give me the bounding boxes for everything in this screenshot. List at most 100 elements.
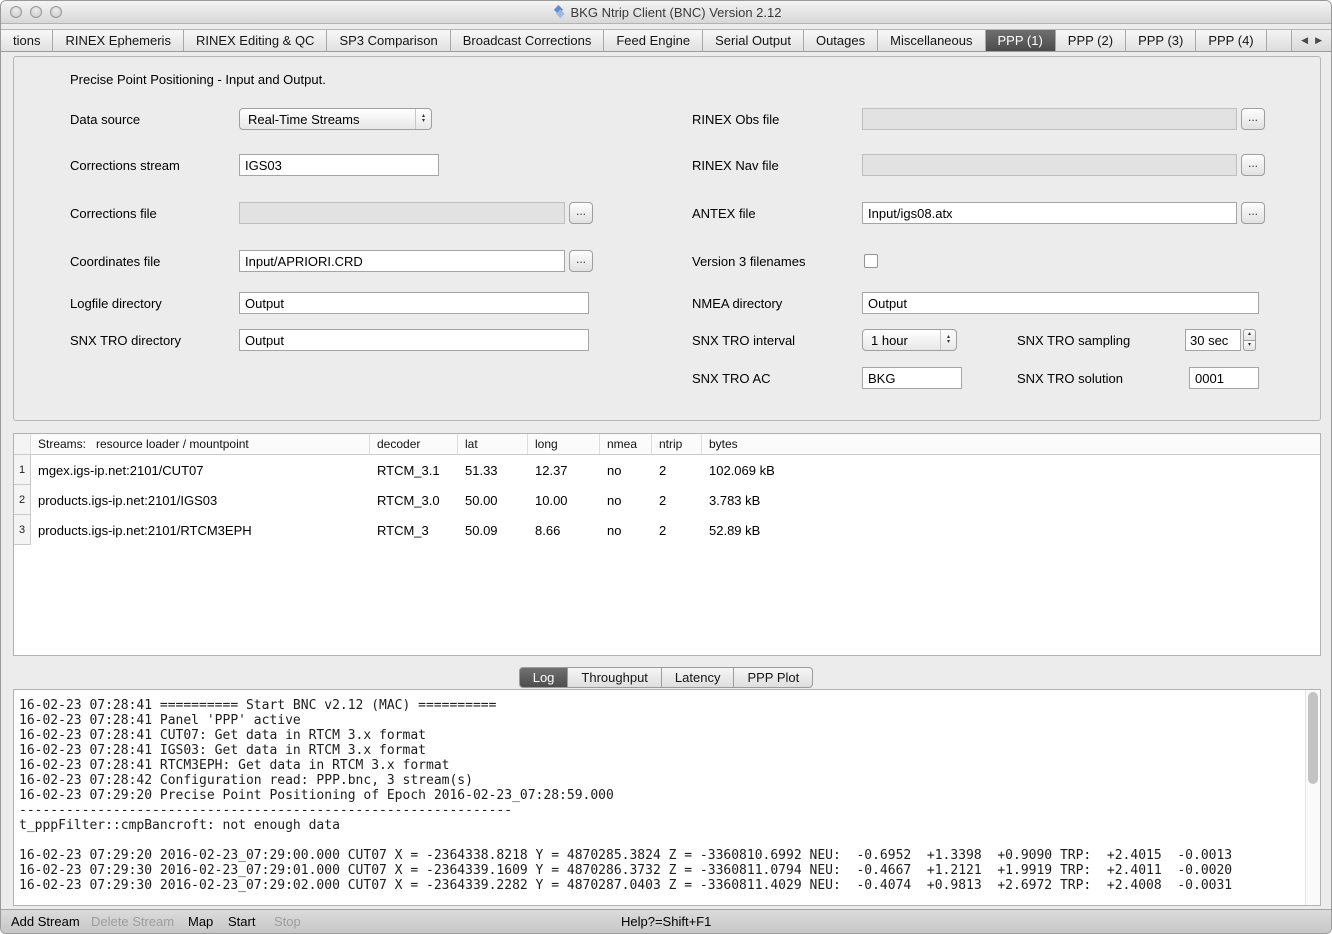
corrections-file-browse-button[interactable]: ... <box>569 202 593 224</box>
tab-feed-engine[interactable]: Feed Engine <box>604 30 703 51</box>
snx-tro-interval-label: SNX TRO interval <box>692 333 795 348</box>
rinex-nav-file-browse-button[interactable]: ... <box>1241 154 1265 176</box>
antex-file-label: ANTEX file <box>692 206 756 221</box>
antex-file-input[interactable] <box>862 202 1237 224</box>
log-line: ----------------------------------------… <box>19 803 1300 818</box>
table-corner-cell <box>14 434 31 454</box>
cell-bytes: 102.069 kB <box>702 455 1320 485</box>
tab-ppp-1[interactable]: PPP (1) <box>986 30 1056 51</box>
nmea-directory-input[interactable] <box>862 292 1259 314</box>
tab-rinex-editing-qc[interactable]: RINEX Editing & QC <box>184 30 328 51</box>
coordinates-file-browse-button[interactable]: ... <box>569 250 593 272</box>
column-header-mountpoint: Streams: resource loader / mountpoint <box>31 434 370 454</box>
bottom-toolbar: Add Stream Delete Stream Map Start Stop … <box>1 909 1331 933</box>
log-scrollbar-thumb[interactable] <box>1308 692 1318 784</box>
tab-outages[interactable]: Outages <box>804 30 878 51</box>
column-header-ntrip: ntrip <box>652 434 702 454</box>
table-row[interactable]: 1 mgex.igs-ip.net:2101/CUT07 RTCM_3.1 51… <box>14 455 1320 485</box>
data-source-value: Real-Time Streams <box>240 112 415 127</box>
snx-tro-sampling-input[interactable] <box>1185 329 1241 351</box>
column-header-bytes: bytes <box>702 434 1320 454</box>
titlebar: BKG Ntrip Client (BNC) Version 2.12 <box>1 1 1331 24</box>
log-line: 16-02-23 07:29:20 Precise Point Position… <box>19 788 1300 803</box>
delete-stream-button[interactable]: Delete Stream <box>91 914 174 929</box>
cell-long: 8.66 <box>528 515 600 545</box>
logfile-directory-input[interactable] <box>239 292 589 314</box>
snx-tro-directory-label: SNX TRO directory <box>70 333 181 348</box>
log-line: 16-02-23 07:28:42 Configuration read: PP… <box>19 773 1300 788</box>
cell-lat: 50.09 <box>458 515 528 545</box>
tab-ppp-4[interactable]: PPP (4) <box>1196 30 1266 51</box>
close-button[interactable] <box>10 6 22 18</box>
data-source-select[interactable]: Real-Time Streams ▴▾ <box>239 108 432 130</box>
snx-tro-interval-value: 1 hour <box>863 333 940 348</box>
version3-filenames-label: Version 3 filenames <box>692 254 805 269</box>
zoom-button[interactable] <box>50 6 62 18</box>
tab-scroll-right-icon[interactable]: ▶ <box>1315 35 1322 46</box>
tab-ppp-plot[interactable]: PPP Plot <box>734 667 813 688</box>
log-line: 16-02-23 07:29:20 2016-02-23_07:29:00.00… <box>19 848 1300 863</box>
snx-tro-ac-input[interactable] <box>862 367 962 389</box>
log-scrollbar[interactable] <box>1305 690 1320 905</box>
antex-file-browse-button[interactable]: ... <box>1241 202 1265 224</box>
log-line <box>19 833 1300 848</box>
streams-table-header: Streams: resource loader / mountpoint de… <box>14 434 1320 455</box>
tab-latency[interactable]: Latency <box>662 667 735 688</box>
snx-tro-solution-input[interactable] <box>1189 367 1259 389</box>
log-line: 16-02-23 07:28:41 IGS03: Get data in RTC… <box>19 743 1300 758</box>
cell-ntrip: 2 <box>652 455 702 485</box>
cell-long: 10.00 <box>528 485 600 515</box>
corrections-file-label: Corrections file <box>70 206 157 221</box>
panel-heading: Precise Point Positioning - Input and Ou… <box>70 72 326 87</box>
logfile-directory-label: Logfile directory <box>70 296 162 311</box>
cell-ntrip: 2 <box>652 485 702 515</box>
cell-bytes: 52.89 kB <box>702 515 1320 545</box>
data-source-label: Data source <box>70 112 140 127</box>
spin-up-button[interactable]: ▴ <box>1243 329 1256 341</box>
map-button[interactable]: Map <box>188 914 213 929</box>
table-row[interactable]: 2 products.igs-ip.net:2101/IGS03 RTCM_3.… <box>14 485 1320 515</box>
corrections-stream-input[interactable] <box>239 154 439 176</box>
table-row[interactable]: 3 products.igs-ip.net:2101/RTCM3EPH RTCM… <box>14 515 1320 545</box>
snx-tro-directory-input[interactable] <box>239 329 589 351</box>
cell-mountpoint: products.igs-ip.net:2101/RTCM3EPH <box>31 515 370 545</box>
start-button[interactable]: Start <box>228 914 255 929</box>
row-number: 1 <box>14 455 31 485</box>
column-header-decoder: decoder <box>370 434 458 454</box>
log-line: t_pppFilter::cmpBancroft: not enough dat… <box>19 818 1300 833</box>
row-number: 2 <box>14 485 31 515</box>
column-header-long: long <box>528 434 600 454</box>
cell-nmea: no <box>600 515 652 545</box>
cell-decoder: RTCM_3 <box>370 515 458 545</box>
tab-scroll-left-icon[interactable]: ◀ <box>1301 35 1308 46</box>
snx-tro-interval-select[interactable]: 1 hour ▴▾ <box>862 329 957 351</box>
log-line: 16-02-23 07:28:41 CUT07: Get data in RTC… <box>19 728 1300 743</box>
traffic-lights <box>10 6 62 18</box>
tab-throughput[interactable]: Throughput <box>568 667 662 688</box>
tab-broadcast-corrections[interactable]: Broadcast Corrections <box>451 30 605 51</box>
log-line: 16-02-23 07:28:41 Panel 'PPP' active <box>19 713 1300 728</box>
tab-ppp-3[interactable]: PPP (3) <box>1126 30 1196 51</box>
tab-tions[interactable]: tions <box>1 30 53 51</box>
minimize-button[interactable] <box>30 6 42 18</box>
column-header-nmea: nmea <box>600 434 652 454</box>
tab-sp3-comparison[interactable]: SP3 Comparison <box>327 30 450 51</box>
combo-arrows-icon: ▴▾ <box>940 330 956 350</box>
column-header-lat: lat <box>458 434 528 454</box>
window-title: BKG Ntrip Client (BNC) Version 2.12 <box>571 5 782 20</box>
spin-down-button[interactable]: ▾ <box>1243 341 1256 352</box>
add-stream-button[interactable]: Add Stream <box>11 914 80 929</box>
cell-bytes: 3.783 kB <box>702 485 1320 515</box>
cell-lat: 50.00 <box>458 485 528 515</box>
tab-rinex-ephemeris[interactable]: RINEX Ephemeris <box>53 30 183 51</box>
stop-button[interactable]: Stop <box>274 914 301 929</box>
main-tabbar: tions RINEX Ephemeris RINEX Editing & QC… <box>1 29 1331 52</box>
tab-miscellaneous[interactable]: Miscellaneous <box>878 30 985 51</box>
tab-log[interactable]: Log <box>519 667 569 688</box>
coordinates-file-input[interactable] <box>239 250 565 272</box>
tab-ppp-2[interactable]: PPP (2) <box>1056 30 1126 51</box>
rinex-obs-file-browse-button[interactable]: ... <box>1241 108 1265 130</box>
version3-filenames-checkbox[interactable] <box>864 254 878 268</box>
log-text: 16-02-23 07:28:41 ========== Start BNC v… <box>19 698 1300 893</box>
tab-serial-output[interactable]: Serial Output <box>703 30 804 51</box>
